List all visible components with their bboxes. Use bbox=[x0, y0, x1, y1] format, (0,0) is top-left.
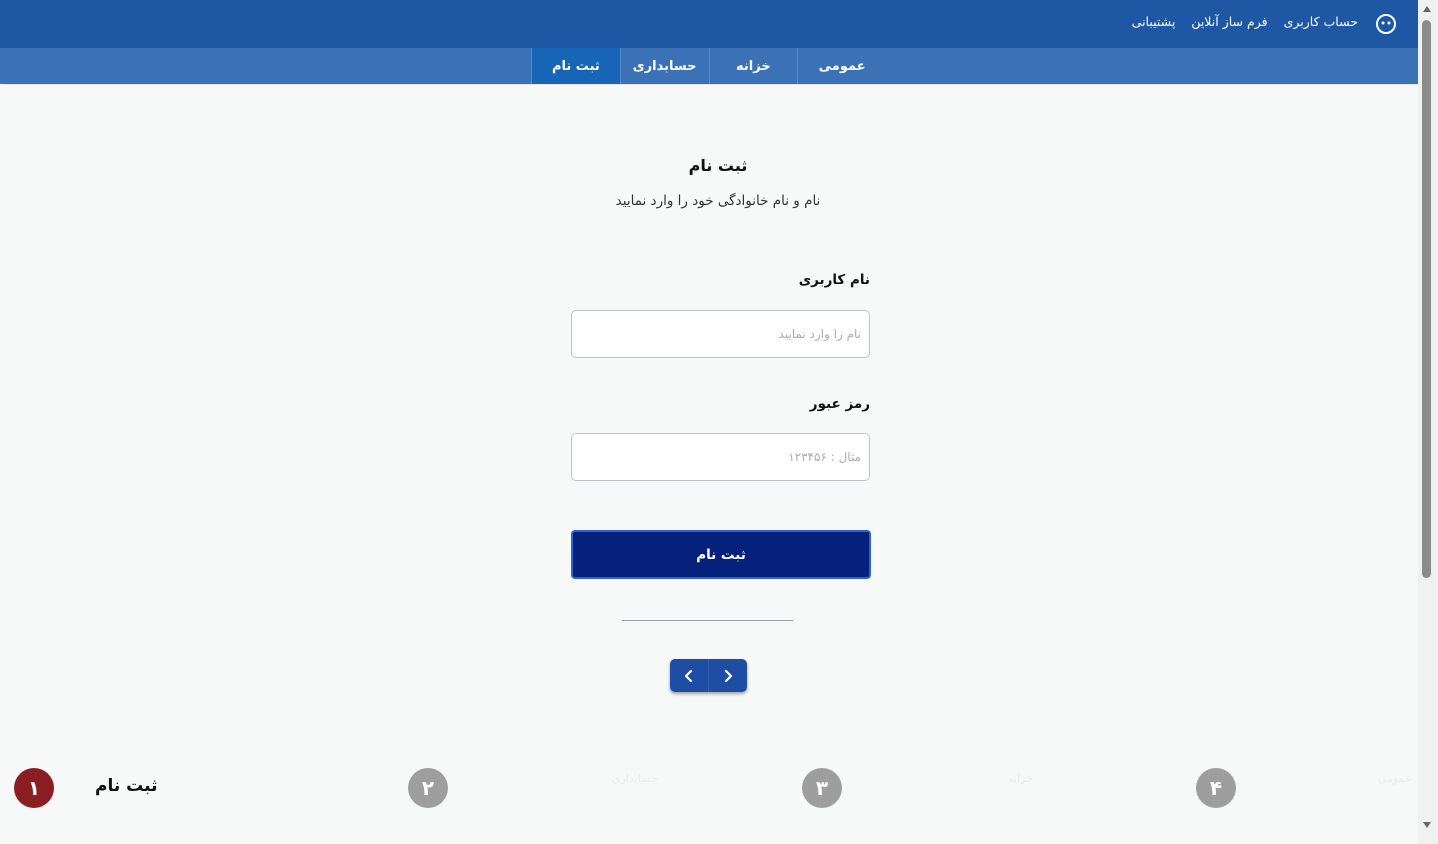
password-label: رمز عبور bbox=[809, 396, 870, 412]
password-input[interactable] bbox=[571, 433, 870, 481]
step-4-label: عمومی bbox=[1378, 772, 1412, 785]
scrollbar-thumb[interactable] bbox=[1422, 20, 1431, 578]
tab-bar: عمومی خزانه حسابداری ثبت نام bbox=[0, 48, 1418, 84]
step-2-circle[interactable]: ۲ bbox=[408, 768, 448, 808]
tab-general[interactable]: عمومی bbox=[797, 48, 886, 84]
vertical-scrollbar[interactable] bbox=[1418, 0, 1438, 844]
divider bbox=[622, 620, 793, 621]
step-2-label: حسابداری bbox=[612, 772, 658, 785]
chevron-right-icon bbox=[724, 669, 732, 682]
username-label: نام کاربری bbox=[798, 272, 870, 288]
username-input[interactable] bbox=[571, 310, 870, 358]
menu-item-support[interactable]: پشتیبانی bbox=[1132, 14, 1176, 29]
tab-treasury[interactable]: خزانه bbox=[708, 48, 798, 84]
step-3-circle[interactable]: ۳ bbox=[802, 768, 842, 808]
step-1-label: ثبت نام bbox=[95, 776, 158, 796]
menu-item-account[interactable]: حساب کاربری bbox=[1284, 14, 1358, 29]
step-1-circle[interactable]: ۱ bbox=[14, 768, 54, 808]
tabs-group: عمومی خزانه حسابداری ثبت نام bbox=[531, 48, 886, 84]
register-button[interactable]: ثبت نام bbox=[571, 530, 871, 579]
pager bbox=[670, 659, 747, 692]
page-title: ثبت نام bbox=[688, 156, 748, 175]
tab-accounting[interactable]: حسابداری bbox=[619, 48, 709, 84]
next-button[interactable] bbox=[708, 659, 747, 692]
page-subtitle: نام و نام خانوادگی خود را وارد نمایید bbox=[615, 193, 821, 209]
prev-button[interactable] bbox=[670, 659, 709, 692]
chevron-left-icon bbox=[684, 669, 692, 682]
top-navbar: حساب کاربری فرم ساز آنلاین پشتیبانی bbox=[0, 0, 1418, 48]
top-menu: حساب کاربری فرم ساز آنلاین پشتیبانی bbox=[1132, 14, 1358, 29]
step-4-circle[interactable]: ۴ bbox=[1196, 768, 1236, 808]
menu-item-form-builder[interactable]: فرم ساز آنلاین bbox=[1191, 14, 1267, 29]
scroll-up-icon[interactable] bbox=[1423, 6, 1431, 12]
step-3-label: خزانه bbox=[1008, 772, 1033, 785]
scroll-down-icon[interactable] bbox=[1423, 822, 1431, 828]
stepper: ۱ ثبت نام ۲ حسابداری ۳ خزانه ۴ عمومی bbox=[0, 766, 1418, 810]
user-face-icon[interactable] bbox=[1376, 14, 1396, 34]
tab-register[interactable]: ثبت نام bbox=[531, 48, 620, 84]
